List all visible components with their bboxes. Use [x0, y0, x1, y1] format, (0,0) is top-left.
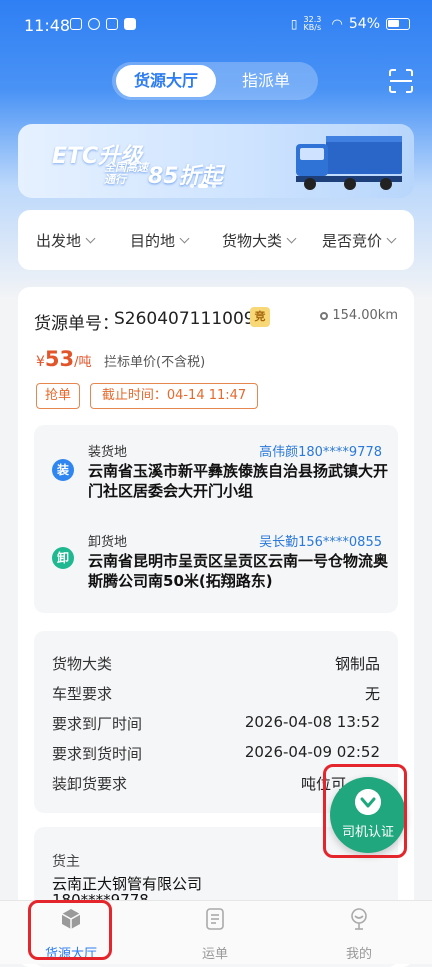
filter-bidding[interactable]: 是否竞价	[322, 230, 397, 251]
load-address: 云南省玉溪市新平彝族傣族自治县扬武镇大开门社区居委会大开门小组	[88, 462, 389, 500]
truck-icon	[296, 136, 402, 190]
profile-icon	[351, 908, 367, 930]
filter-label: 目的地	[130, 232, 176, 250]
detail-value: 2026-04-08 13:52	[244, 713, 380, 731]
tab-profile[interactable]: 我的	[314, 907, 404, 962]
detail-row: 车型要求 无	[52, 683, 380, 704]
page-dot	[190, 184, 194, 188]
highlight-box	[28, 900, 112, 960]
chevron-down-icon	[386, 233, 397, 244]
vibrate-icon: ▯	[290, 17, 298, 31]
filter-label: 是否竞价	[322, 232, 383, 250]
banner-subline: 全国高速通行	[104, 161, 148, 186]
notification-icon	[88, 18, 100, 30]
route-section: 装 装货地 高伟颜180****9778 云南省玉溪市新平彝族傣族自治县扬武镇大…	[34, 425, 398, 613]
unload-title: 卸货地	[88, 535, 128, 550]
detail-row: 货物大类 钢制品	[52, 653, 380, 674]
net-speed: 32.3 KB/s	[303, 15, 322, 32]
highlight-box	[323, 764, 407, 858]
tab-assigned-orders[interactable]: 指派单	[216, 65, 316, 97]
grab-order-button[interactable]: 抢单	[36, 383, 80, 409]
filter-cargo-type[interactable]: 货物大类	[222, 230, 297, 251]
distance: 154.00km	[320, 308, 398, 323]
battery-percent: 54%	[348, 16, 380, 32]
status-bar: 11:48 ▯ 32.3 KB/s ◠ 54%	[0, 0, 432, 52]
owner-label: 货主	[52, 854, 80, 870]
page-dot	[212, 184, 216, 188]
price-currency: ¥	[36, 354, 45, 370]
filter-destination[interactable]: 目的地	[130, 230, 190, 251]
unload-contact[interactable]: 吴长勤156****0855	[259, 531, 382, 550]
banner-pagination	[190, 184, 216, 188]
filter-bar: 出发地 目的地 货物大类 是否竞价	[18, 210, 414, 270]
tab-label: 运单	[201, 947, 228, 962]
location-pin-icon	[320, 311, 329, 320]
filter-origin[interactable]: 出发地	[36, 230, 96, 251]
price-unit: /吨	[74, 355, 92, 370]
detail-value: 2026-04-09 02:52	[244, 743, 380, 761]
status-time: 11:48	[24, 16, 71, 35]
detail-value: 无	[364, 685, 380, 703]
detail-label: 车型要求	[52, 685, 113, 703]
load-icon: 装	[52, 459, 74, 481]
notification-icon	[70, 18, 82, 30]
detail-value: 钢制品	[334, 655, 380, 673]
detail-label: 装卸货要求	[52, 775, 128, 793]
serial-number: S2604071110095	[114, 309, 266, 329]
battery-icon	[386, 18, 410, 30]
serial-label: 货源单号：	[34, 314, 119, 334]
unit-price: ¥53/吨	[36, 347, 92, 371]
distance-value: 154.00km	[332, 308, 398, 323]
unload-address: 云南省昆明市呈贡区呈贡区云南一号仓物流奥斯腾公司南50米(拓翔路东)	[88, 552, 389, 590]
chevron-down-icon	[179, 233, 190, 244]
detail-label: 货物大类	[52, 655, 113, 673]
load-contact[interactable]: 高伟颜180****9778	[259, 441, 382, 460]
chevron-down-icon	[286, 233, 297, 244]
detail-row: 要求到货时间 2026-04-09 02:52	[52, 743, 380, 764]
unload-icon: 卸	[52, 547, 74, 569]
price-note: 拦标单价(不含税)	[104, 355, 206, 370]
detail-label: 要求到厂时间	[52, 715, 143, 733]
page-dot-active	[198, 184, 208, 188]
status-right: ▯ 32.3 KB/s ◠ 54%	[291, 16, 410, 32]
detail-row: 要求到厂时间 2026-04-08 13:52	[52, 713, 380, 734]
tab-cargo-hall[interactable]: 货源大厅	[116, 65, 216, 97]
document-icon	[206, 908, 224, 930]
scan-icon[interactable]	[388, 68, 414, 94]
chevron-down-icon	[85, 233, 96, 244]
wifi-icon: ◠	[331, 16, 343, 32]
header-segment: 货源大厅 指派单	[112, 62, 318, 100]
deadline-tag: 截止时间：04-14 11:47	[90, 383, 258, 409]
filter-label: 出发地	[36, 232, 82, 250]
bid-badge: 竞	[250, 307, 270, 327]
tab-waybill[interactable]: 运单	[170, 907, 260, 962]
load-title: 装货地	[88, 445, 128, 460]
price-value: 53	[44, 347, 75, 371]
detail-label: 要求到货时间	[52, 745, 143, 763]
notification-icon	[106, 18, 118, 30]
notification-icon	[124, 18, 136, 30]
etc-promo-banner[interactable]: ETC升级 全国高速通行 85折起	[18, 124, 414, 198]
cargo-card[interactable]: 货源单号： S2604071110095 竞 154.00km ¥53/吨 拦标…	[18, 287, 414, 967]
filter-label: 货物大类	[222, 232, 283, 250]
tab-label: 我的	[345, 947, 372, 962]
